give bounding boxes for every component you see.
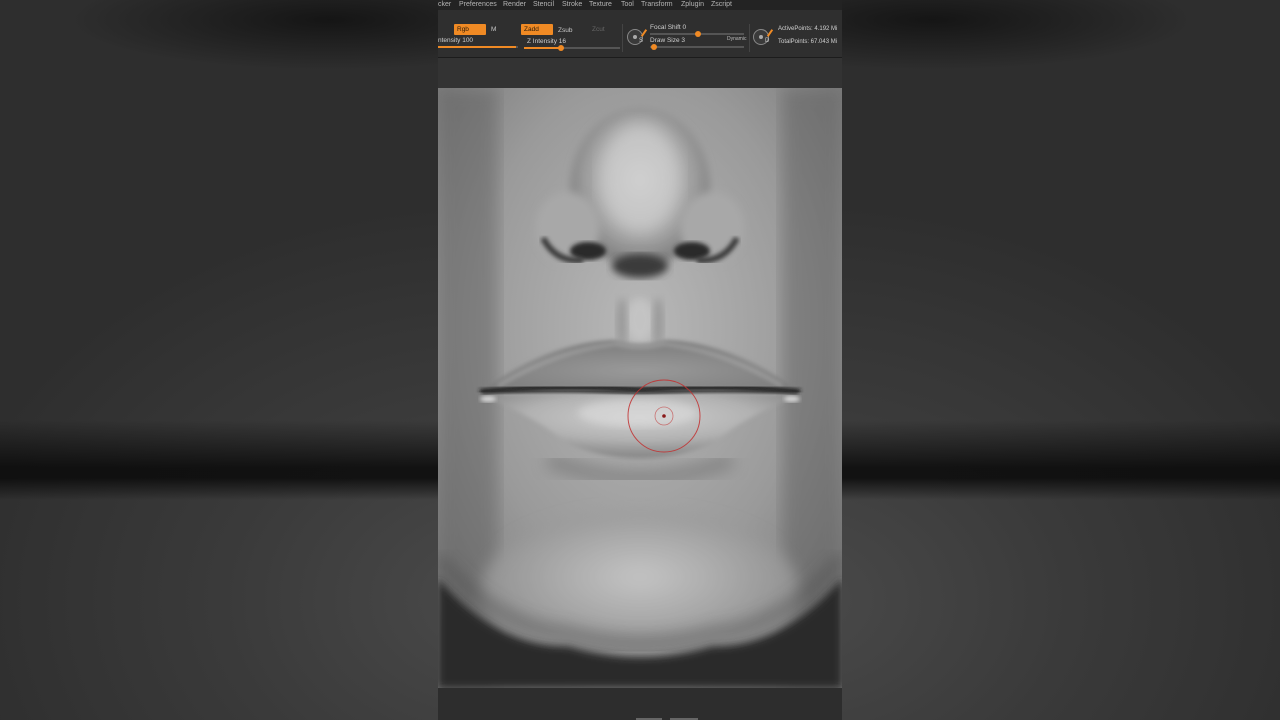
zadd-button[interactable]: Zadd	[521, 24, 553, 35]
active-points-readout: ActivePoints: 4.192 Mi	[778, 26, 838, 32]
sculpt-viewport[interactable]	[438, 88, 842, 688]
focal-shift-label: Focal Shift 0	[650, 24, 687, 31]
d-label: D	[765, 38, 770, 44]
background-blur-left	[0, 0, 438, 720]
focal-shift-knob[interactable]	[695, 31, 701, 37]
toolbar-separator	[622, 24, 623, 52]
rgb-intensity-label: ntensity 100	[438, 37, 474, 44]
menu-item-stencil[interactable]: Stencil	[533, 0, 554, 10]
m-button[interactable]: M	[488, 24, 499, 35]
brush-cursor-icon	[627, 379, 701, 453]
menu-item-zplugin[interactable]: Zplugin	[681, 0, 704, 10]
zbrush-window: cker Preferences Render Stencil Stroke T…	[438, 0, 842, 720]
dynamic-toggle[interactable]: Dynamic	[727, 35, 746, 43]
z-intensity-fill	[524, 47, 560, 49]
bottom-bar	[438, 688, 842, 720]
zcut-button[interactable]: Zcut	[589, 24, 608, 35]
sub-toolbar	[438, 58, 842, 88]
draw-size-knob[interactable]	[651, 44, 657, 50]
rgb-intensity-slider[interactable]	[438, 46, 518, 48]
zsub-button[interactable]: Zsub	[555, 25, 575, 36]
menu-item-render[interactable]: Render	[503, 0, 526, 10]
z-intensity-knob[interactable]	[558, 45, 564, 51]
menu-item-stacker[interactable]: cker	[438, 0, 451, 10]
menu-item-stroke[interactable]: Stroke	[562, 0, 582, 10]
toolbar-separator	[749, 24, 750, 52]
total-points-readout: TotalPoints: 67.043 Mi	[778, 39, 838, 45]
s-label: S	[639, 38, 644, 44]
brush-toolbar: Rgb M Zadd Zsub Zcut ntensity 100 Z Inte…	[438, 10, 842, 58]
menu-item-preferences[interactable]: Preferences	[459, 0, 497, 10]
rgb-button[interactable]: Rgb	[454, 24, 486, 35]
menu-bar: cker Preferences Render Stencil Stroke T…	[438, 0, 842, 10]
z-intensity-slider[interactable]	[524, 45, 620, 51]
menu-item-texture[interactable]: Texture	[589, 0, 612, 10]
menu-item-transform[interactable]: Transform	[641, 0, 673, 10]
draw-size-slider[interactable]	[650, 44, 744, 50]
menu-item-zscript[interactable]: Zscript	[711, 0, 732, 10]
background-blur-right	[842, 0, 1280, 720]
menu-item-tool[interactable]: Tool	[621, 0, 634, 10]
rgb-intensity-fill	[438, 46, 516, 48]
